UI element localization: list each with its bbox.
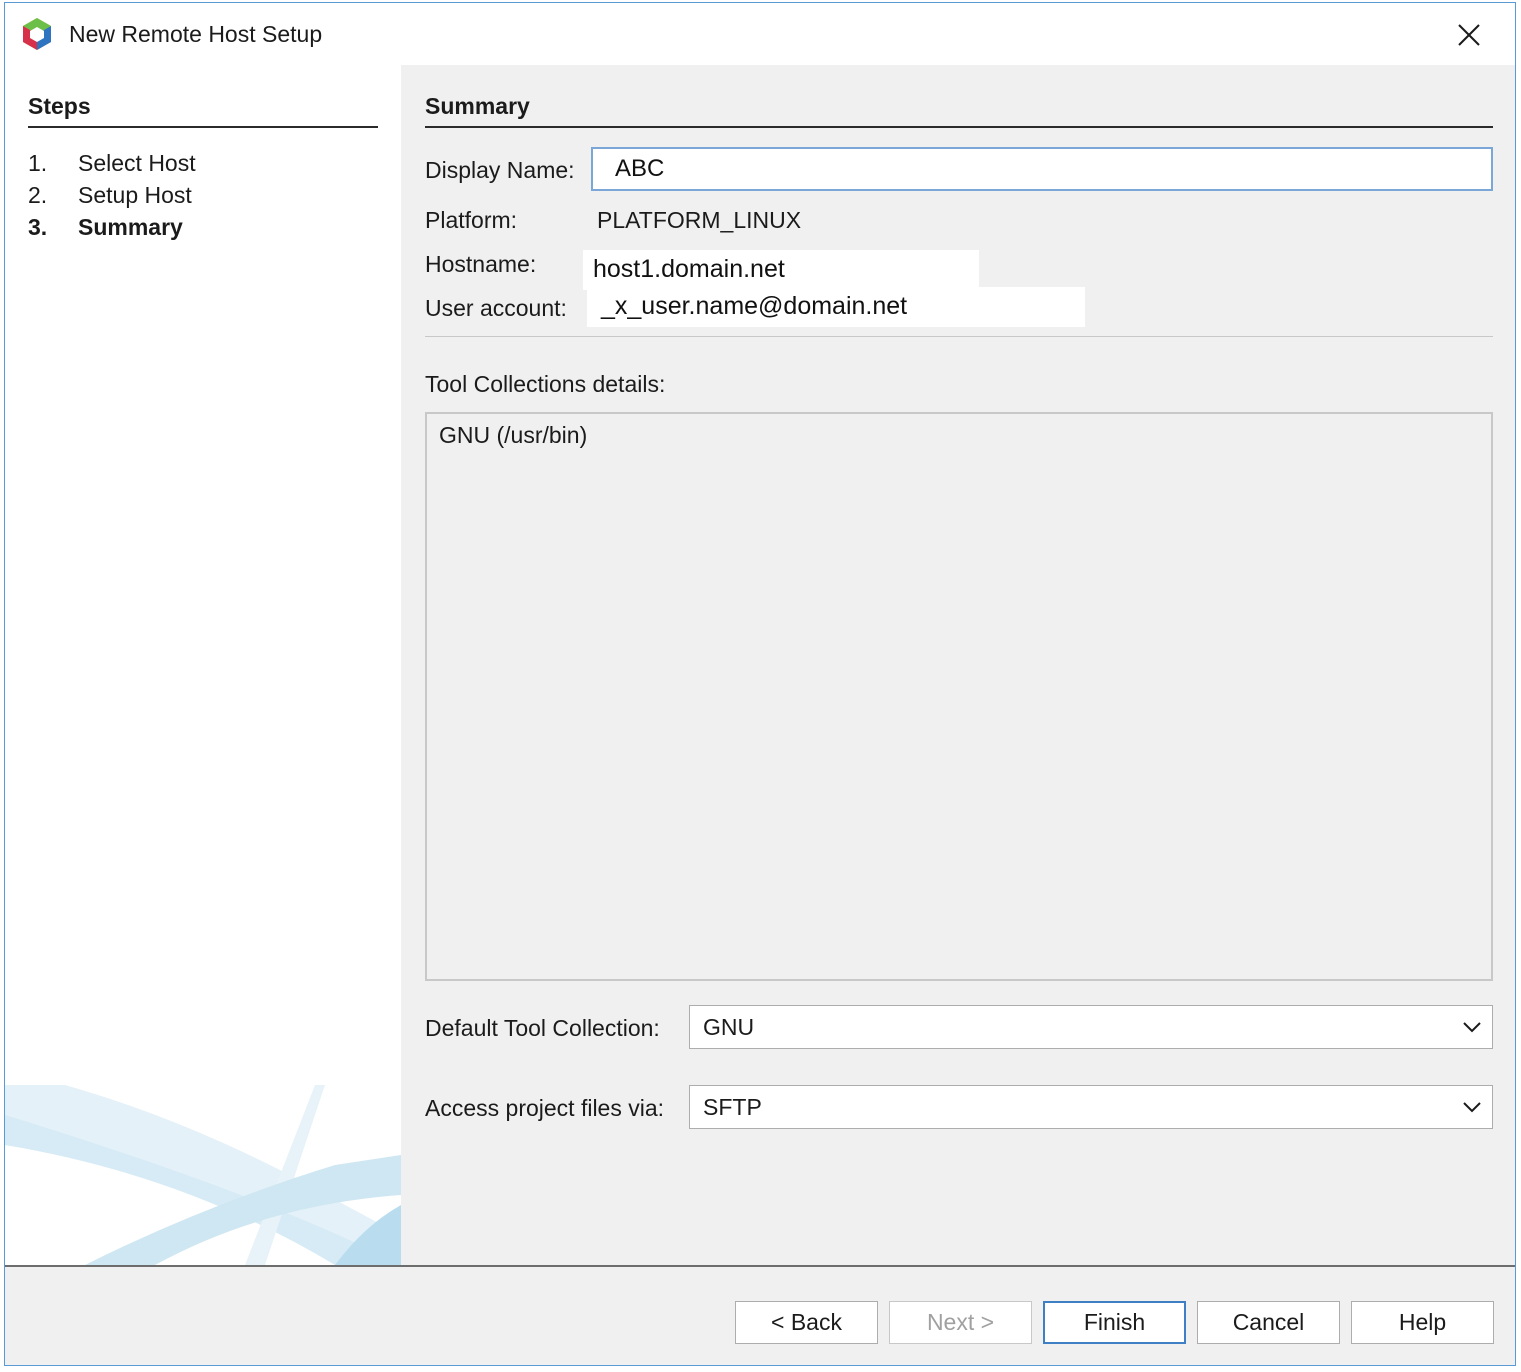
platform-label: Platform: [425, 207, 518, 233]
display-name-input[interactable] [591, 147, 1493, 191]
user-account-label: User account: [425, 295, 567, 321]
step-number: 3. [28, 214, 48, 240]
close-icon [1447, 17, 1491, 53]
step-item-summary: 3. Summary [28, 211, 196, 243]
tool-collections-text: GNU (/usr/bin) [439, 422, 588, 448]
default-tool-collection-select[interactable]: GNU [689, 1005, 1493, 1049]
steps-panel: Steps 1. Select Host 2. Setup Host 3. Su… [5, 65, 401, 1265]
chevron-down-icon [1462, 1020, 1482, 1034]
platform-value: PLATFORM_LINUX [597, 207, 802, 233]
title-bar: New Remote Host Setup [5, 3, 1515, 65]
dialog-window: New Remote Host Setup Steps 1. Select Ho… [4, 2, 1516, 1366]
default-tool-collection-value: GNU [703, 1014, 755, 1040]
next-button[interactable]: Next > [889, 1301, 1032, 1344]
finish-button[interactable]: Finish [1043, 1301, 1186, 1344]
step-number: 1. [28, 150, 48, 176]
step-label: Select Host [78, 150, 196, 176]
tool-collections-label: Tool Collections details: [425, 371, 666, 397]
separator [425, 336, 1493, 337]
decorative-swoosh-graphic [5, 1085, 401, 1265]
access-project-files-label: Access project files via: [425, 1095, 665, 1121]
steps-list: 1. Select Host 2. Setup Host 3. Summary [28, 147, 196, 243]
close-button[interactable] [1447, 17, 1491, 53]
tool-collections-details[interactable]: GNU (/usr/bin) [425, 412, 1493, 981]
back-button[interactable]: < Back [735, 1301, 878, 1344]
hostname-value: host1.domain.net [583, 250, 979, 290]
button-bar-separator [5, 1265, 1515, 1267]
help-button[interactable]: Help [1351, 1301, 1494, 1344]
window-title: New Remote Host Setup [69, 21, 323, 47]
step-label: Setup Host [78, 182, 192, 208]
user-account-value: _x_user.name@domain.net [587, 287, 1085, 327]
step-label: Summary [78, 214, 183, 240]
step-item-select-host: 1. Select Host [28, 147, 196, 179]
steps-heading: Steps [28, 93, 378, 128]
netbeans-cube-icon [21, 17, 53, 51]
summary-panel: Summary Display Name: Platform: PLATFORM… [425, 65, 1493, 1265]
display-name-label: Display Name: [425, 157, 575, 183]
step-number: 2. [28, 182, 48, 208]
default-tool-collection-label: Default Tool Collection: [425, 1015, 660, 1041]
chevron-down-icon [1462, 1100, 1482, 1114]
summary-heading: Summary [425, 93, 1493, 128]
step-item-setup-host: 2. Setup Host [28, 179, 196, 211]
cancel-button[interactable]: Cancel [1197, 1301, 1340, 1344]
access-project-files-value: SFTP [703, 1094, 762, 1120]
hostname-label: Hostname: [425, 251, 537, 277]
access-project-files-select[interactable]: SFTP [689, 1085, 1493, 1129]
